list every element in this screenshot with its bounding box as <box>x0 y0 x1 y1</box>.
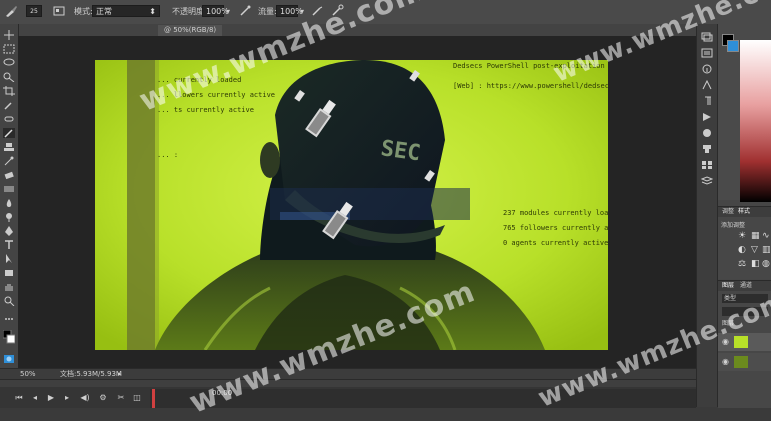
shape-tool-icon[interactable] <box>3 268 15 278</box>
color-balance-icon[interactable]: ⚖ <box>738 259 746 269</box>
info-icon[interactable] <box>701 64 713 74</box>
transition-icon[interactable]: ◫ <box>132 393 142 403</box>
play-icon[interactable]: ▶ <box>46 393 56 403</box>
terminal-text-bottom: 237 modules currently loaded 765 followe… <box>503 209 608 247</box>
chevron-down-icon: ⬍ <box>149 7 156 16</box>
levels-icon[interactable]: ▦ <box>751 231 760 241</box>
hand-tool-icon[interactable] <box>3 282 15 292</box>
adjustments-panel: 调整 样式 添加调整 ☀ ▦ ∿ ◐ ▽ ▥ ⚖ ◧ ◍ <box>718 206 771 279</box>
tab-channels[interactable]: 通道 <box>740 281 752 291</box>
document-tab[interactable]: @ 50%(RGB/8) <box>158 25 223 36</box>
type-tool-icon[interactable] <box>3 240 15 250</box>
blur-tool-icon[interactable] <box>3 198 15 208</box>
brush-size-picker[interactable]: 25 <box>26 5 42 17</box>
settings-icon[interactable]: ⚙ <box>98 393 108 403</box>
mode-value: 正常 <box>96 7 112 16</box>
clone-stamp-tool-icon[interactable] <box>3 142 15 152</box>
quick-mask-icon[interactable] <box>3 354 15 364</box>
document-tab-title: @ 50%(RGB/8) <box>164 26 217 34</box>
tab-styles[interactable]: 样式 <box>738 207 750 217</box>
terminal-line: [Web] : https://www.powershell/dedsec <box>453 82 608 90</box>
quick-select-tool-icon[interactable] <box>3 72 15 82</box>
photo-filter-icon[interactable]: ◍ <box>762 259 770 269</box>
pressure-opacity-icon[interactable] <box>238 4 252 18</box>
gradient-tool-icon[interactable] <box>3 184 15 194</box>
terminal-line: 765 followers currently active <box>503 224 608 232</box>
healing-brush-tool-icon[interactable] <box>3 114 15 124</box>
flow-label: 流量: <box>258 7 277 16</box>
layer-thumbnail <box>734 356 748 368</box>
marquee-tool-icon[interactable] <box>3 44 15 54</box>
color-picker-field[interactable] <box>740 40 771 202</box>
pen-tool-icon[interactable] <box>3 226 15 236</box>
black-white-icon[interactable]: ◧ <box>751 259 760 269</box>
next-frame-icon[interactable]: ▸ <box>62 393 72 403</box>
history-icon[interactable] <box>701 32 713 42</box>
brush-panel-icon[interactable] <box>52 4 66 18</box>
vibrance-icon[interactable]: ▽ <box>751 245 758 255</box>
color-swatches-icon[interactable] <box>3 330 15 344</box>
tab-layers[interactable]: 图层 <box>722 281 734 291</box>
layer-row[interactable]: ◉ <box>718 353 771 371</box>
terminal-line: 237 modules currently loaded <box>503 209 608 217</box>
swatches-icon[interactable] <box>701 160 713 170</box>
audio-icon[interactable]: ◀) <box>80 393 90 403</box>
playhead[interactable] <box>152 389 155 408</box>
tab-adjustments[interactable]: 调整 <box>722 207 734 217</box>
brush-presets-icon[interactable] <box>701 128 713 138</box>
opacity-slider-toggle[interactable]: ▾ <box>226 5 230 19</box>
actions-icon[interactable] <box>701 112 713 122</box>
history-brush-tool-icon[interactable] <box>3 156 15 166</box>
visibility-eye-icon[interactable]: ◉ <box>722 357 729 366</box>
dodge-tool-icon[interactable] <box>3 212 15 222</box>
right-panels: 调整 样式 添加调整 ☀ ▦ ∿ ◐ ▽ ▥ ⚖ ◧ ◍ 图层 通道 类型 图层… <box>717 24 771 408</box>
exposure-icon[interactable]: ◐ <box>738 245 746 255</box>
eyedropper-tool-icon[interactable] <box>3 100 15 110</box>
brightness-icon[interactable]: ☀ <box>738 231 746 241</box>
layer-kind-value: 类型 <box>724 295 737 302</box>
split-icon[interactable]: ✂ <box>116 393 126 403</box>
paragraph-icon[interactable] <box>701 96 713 106</box>
brush-tool-icon[interactable] <box>4 4 18 18</box>
more-tools-icon[interactable] <box>3 314 15 324</box>
brush-size-value: 25 <box>30 8 38 15</box>
background-color-swatch[interactable] <box>727 40 739 52</box>
move-tool-icon[interactable] <box>3 30 15 40</box>
brush-tool-icon-active[interactable] <box>3 128 15 138</box>
lasso-tool-icon[interactable] <box>3 58 15 68</box>
color-panel <box>718 24 771 202</box>
previous-frame-icon[interactable]: ◂ <box>30 393 40 403</box>
mode-select[interactable]: 正常 ⬍ <box>92 5 160 17</box>
layer-comps-icon[interactable] <box>701 176 713 186</box>
tools-panel <box>0 24 19 379</box>
eraser-tool-icon[interactable] <box>3 170 15 180</box>
layers-tab-bar: 图层 通道 <box>718 281 771 291</box>
first-frame-icon[interactable]: ⏮ <box>14 393 24 403</box>
terminal-line: 0 agents currently active <box>503 239 608 247</box>
hue-saturation-icon[interactable]: ▥ <box>762 245 771 255</box>
path-select-tool-icon[interactable] <box>3 254 15 264</box>
crop-tool-icon[interactable] <box>3 86 15 96</box>
curves-icon[interactable]: ∿ <box>762 231 770 241</box>
terminal-line: ... : <box>157 151 178 159</box>
layer-thumbnail <box>734 336 748 348</box>
clone-source-icon[interactable] <box>701 144 713 154</box>
properties-icon[interactable] <box>701 48 713 58</box>
adjustments-tab-bar: 调整 样式 <box>718 207 771 217</box>
add-adjustment-label: 添加调整 <box>721 222 746 229</box>
mode-label: 模式: <box>74 7 93 16</box>
opacity-input[interactable]: 100% <box>202 5 229 17</box>
flow-input[interactable]: 100% <box>276 5 303 17</box>
character-icon[interactable] <box>701 80 713 90</box>
zoom-tool-icon[interactable] <box>3 296 15 306</box>
